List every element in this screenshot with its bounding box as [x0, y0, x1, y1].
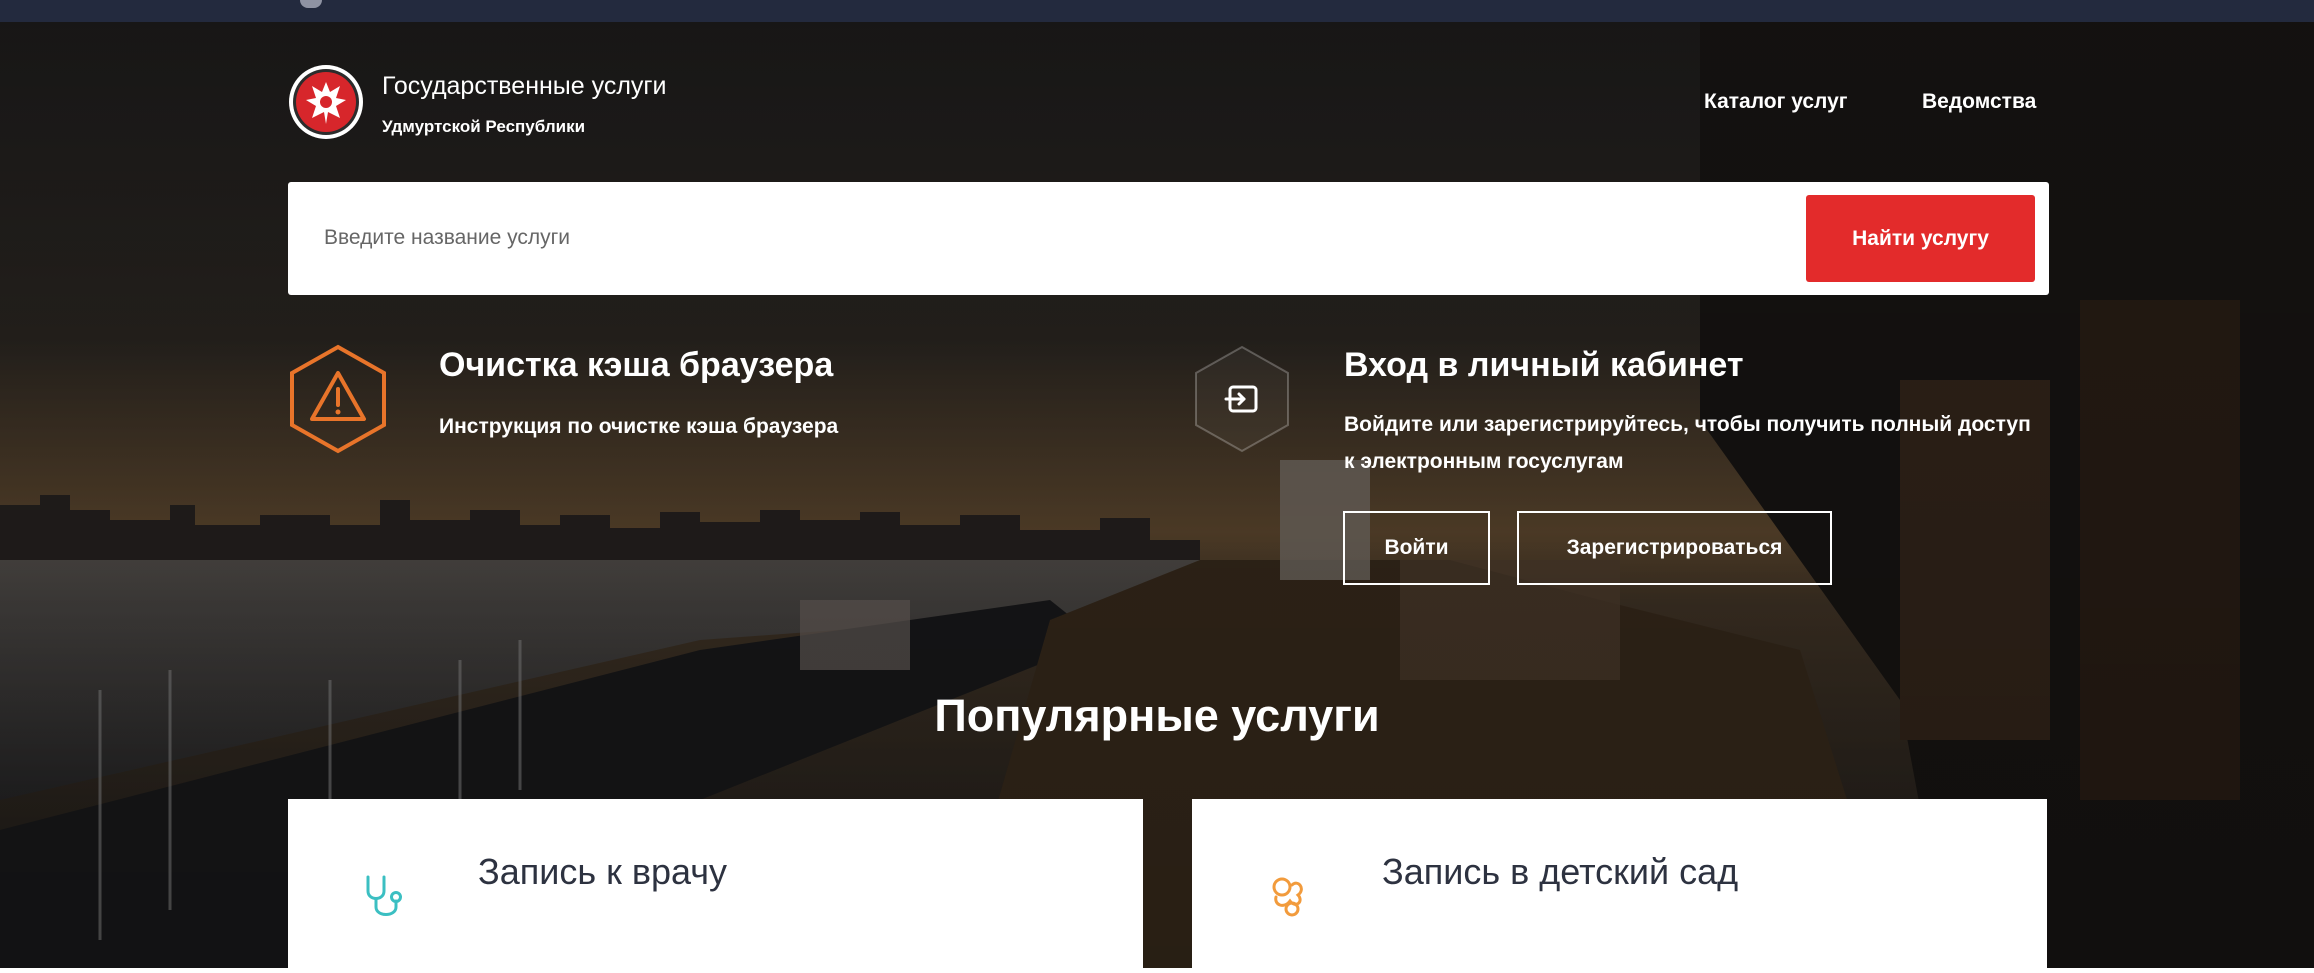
- login-icon: [1195, 345, 1289, 453]
- republic-emblem-logo[interactable]: [288, 64, 364, 140]
- login-button[interactable]: Войти: [1343, 511, 1490, 585]
- warning-icon: [290, 344, 386, 454]
- page-bottom-edge: [0, 968, 2314, 973]
- personal-account-title: Вход в личный кабинет: [1344, 346, 1744, 384]
- stethoscope-icon: [366, 875, 402, 916]
- nav-catalog-link[interactable]: Каталог услуг: [1704, 90, 1848, 114]
- brand-title[interactable]: Государственные услуги: [382, 72, 667, 101]
- pacifier-icon: [1272, 877, 1303, 917]
- top-bar: [0, 0, 2314, 22]
- brand-subtitle[interactable]: Удмуртской Республики: [382, 117, 585, 137]
- topbar-notch: [300, 0, 322, 8]
- cache-clear-instruction-link[interactable]: Инструкция по очистке кэша браузера: [439, 408, 838, 445]
- service-search-input[interactable]: [324, 212, 1674, 264]
- hero-background: Государственные услуги Удмуртской Респуб…: [0, 0, 2314, 968]
- register-button[interactable]: Зарегистрироваться: [1517, 511, 1832, 585]
- service-card-label[interactable]: Запись в детский сад: [1382, 851, 1738, 893]
- cache-clear-title[interactable]: Очистка кэша браузера: [439, 346, 833, 385]
- service-card-label[interactable]: Запись к врачу: [478, 851, 727, 893]
- service-card-kindergarten[interactable]: Запись в детский сад: [1192, 799, 2047, 968]
- popular-services-heading: Популярные услуги: [934, 690, 1380, 741]
- search-bar: Найти услугу: [288, 182, 2049, 295]
- nav-departments-link[interactable]: Ведомства: [1922, 90, 2036, 114]
- personal-account-description: Войдите или зарегистрируйтесь, чтобы пол…: [1344, 413, 2031, 473]
- find-service-button[interactable]: Найти услугу: [1806, 195, 2035, 282]
- service-card-doctor[interactable]: Запись к врачу: [288, 799, 1143, 968]
